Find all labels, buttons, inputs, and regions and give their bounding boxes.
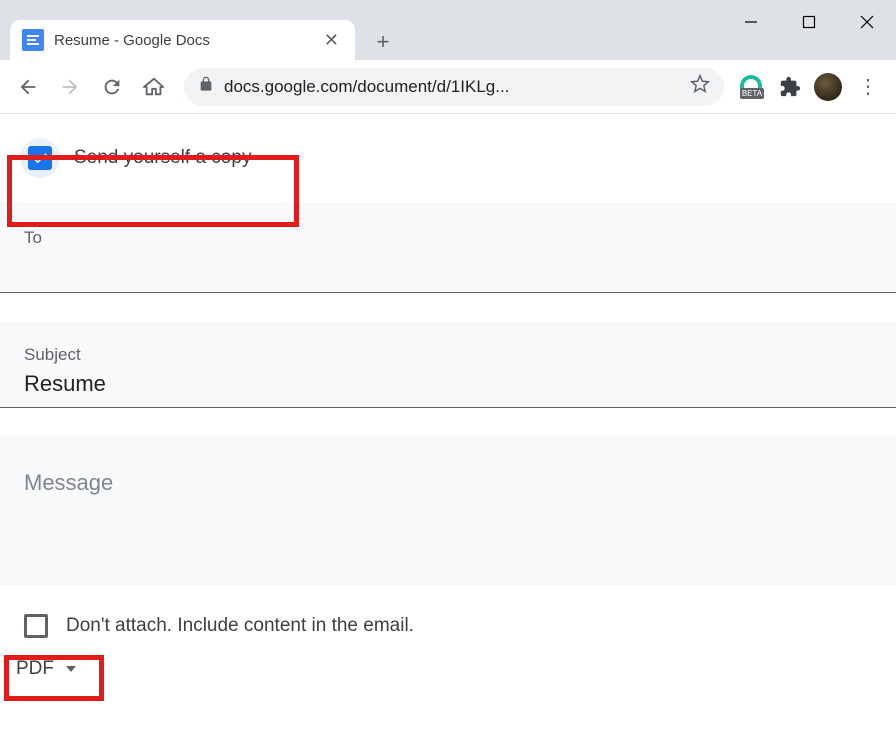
- reload-button[interactable]: [92, 67, 132, 107]
- chrome-menu-button[interactable]: ⋮: [848, 67, 888, 107]
- to-label: To: [24, 228, 872, 248]
- back-button[interactable]: [8, 67, 48, 107]
- dropdown-arrow-icon: [66, 666, 76, 672]
- tab-title: Resume - Google Docs: [54, 32, 310, 49]
- browser-toolbar: docs.google.com/document/d/1IKLg... BETA…: [0, 60, 896, 114]
- address-bar[interactable]: docs.google.com/document/d/1IKLg...: [184, 68, 724, 106]
- message-field[interactable]: Message: [0, 436, 896, 586]
- format-label: PDF: [16, 658, 54, 680]
- extensions-puzzle-icon[interactable]: [772, 69, 808, 105]
- minimize-button[interactable]: [722, 0, 780, 44]
- profile-avatar[interactable]: [810, 69, 846, 105]
- dont-attach-checkbox[interactable]: [24, 614, 48, 638]
- close-window-button[interactable]: [838, 0, 896, 44]
- new-tab-button[interactable]: +: [365, 24, 401, 60]
- checkbox-checked-icon: [28, 146, 52, 170]
- send-copy-row: Send yourself a copy: [0, 114, 896, 202]
- forward-button[interactable]: [50, 67, 90, 107]
- url-text: docs.google.com/document/d/1IKLg...: [224, 77, 680, 97]
- message-label: Message: [24, 470, 872, 496]
- to-value: [24, 248, 872, 276]
- lock-icon: [198, 76, 214, 97]
- send-copy-checkbox[interactable]: [20, 138, 60, 178]
- dont-attach-row: Don't attach. Include content in the ema…: [0, 586, 896, 648]
- bookmark-star-icon[interactable]: [690, 74, 710, 99]
- dont-attach-label: Don't attach. Include content in the ema…: [66, 615, 414, 637]
- window-controls: [722, 0, 896, 44]
- docs-favicon-icon: [22, 29, 44, 51]
- maximize-button[interactable]: [780, 0, 838, 44]
- browser-tab[interactable]: Resume - Google Docs ✕: [10, 20, 355, 60]
- home-button[interactable]: [134, 67, 174, 107]
- format-dropdown[interactable]: PDF: [0, 648, 896, 680]
- extension-beta-icon[interactable]: BETA: [734, 69, 770, 105]
- to-field[interactable]: To: [0, 202, 896, 293]
- subject-field[interactable]: Subject Resume: [0, 321, 896, 408]
- close-tab-icon[interactable]: ✕: [320, 30, 343, 51]
- email-dialog: Send yourself a copy To Subject Resume M…: [0, 114, 896, 680]
- send-copy-label: Send yourself a copy: [74, 147, 251, 169]
- subject-label: Subject: [24, 345, 872, 365]
- subject-value: Resume: [24, 365, 872, 397]
